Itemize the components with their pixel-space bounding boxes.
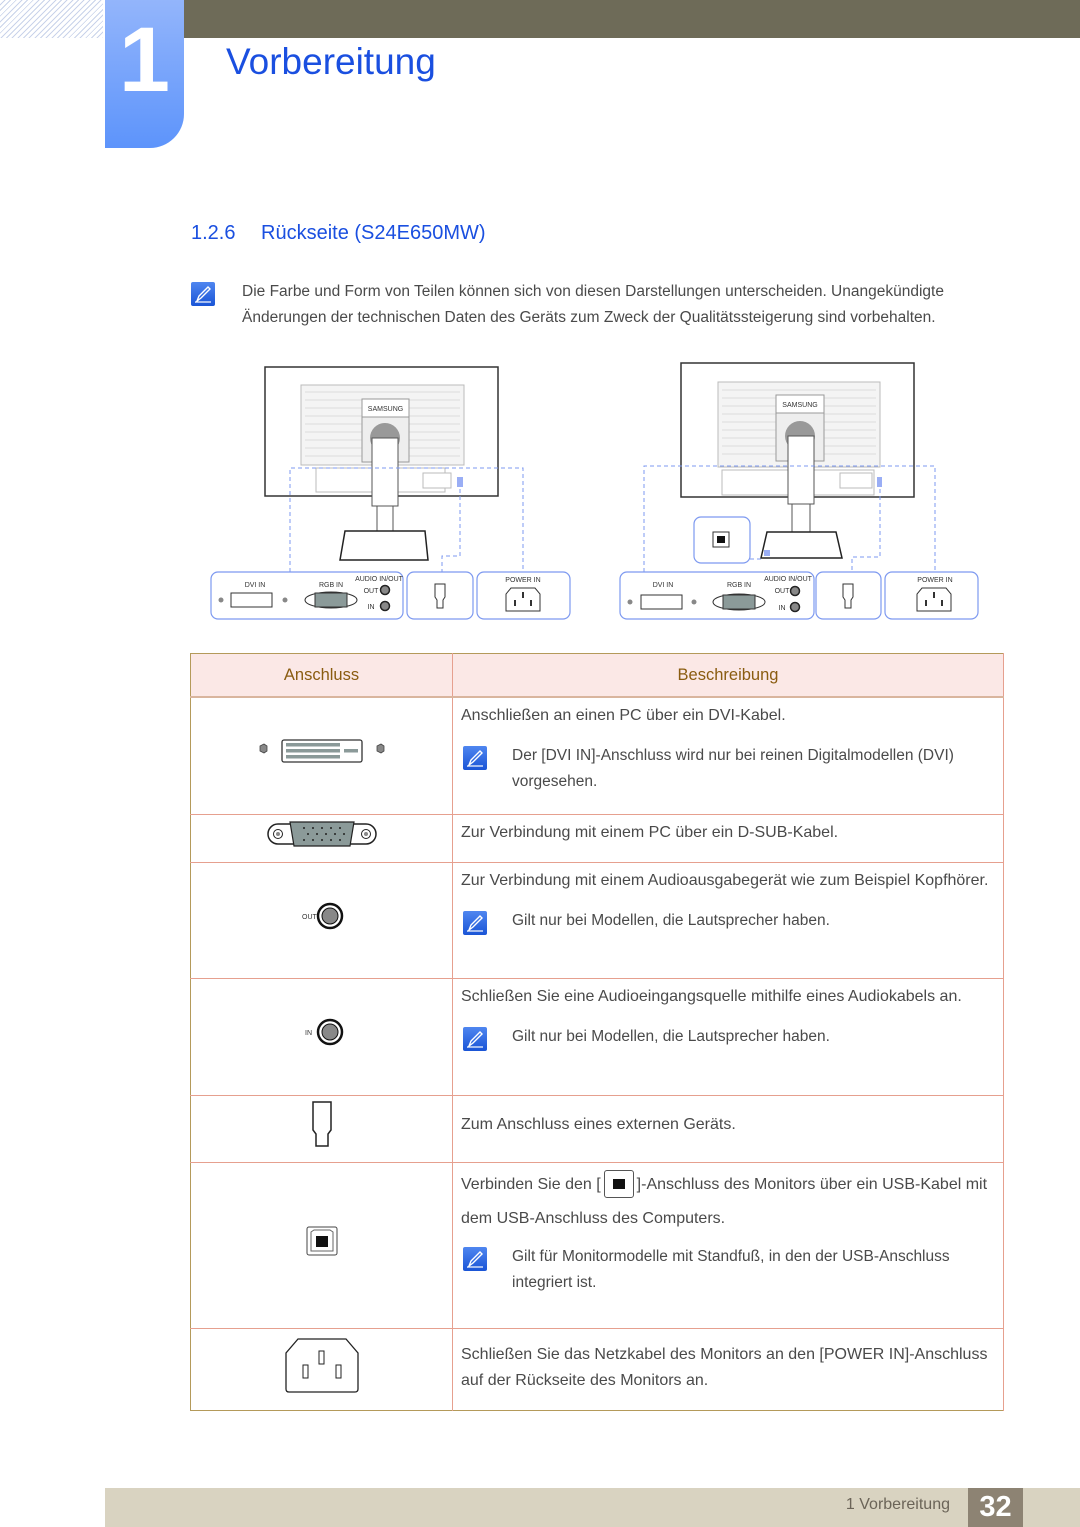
connector-cell — [190, 1161, 453, 1328]
table-row: Zum Anschluss eines externen Geräts. — [190, 1094, 1004, 1162]
table-row: Schließen Sie das Netzkabel des Monitors… — [190, 1327, 1004, 1410]
table-header-row: Anschluss Beschreibung — [190, 653, 1004, 698]
table-row: Anschließen an einen PC über ein DVI-Kab… — [190, 696, 1004, 814]
description-cell: Verbinden Sie den []-Anschluss des Monit… — [452, 1161, 1004, 1328]
note-pencil-icon — [463, 1246, 487, 1271]
dvi-port-icon — [259, 739, 384, 763]
description-text: Zum Anschluss eines externen Geräts. — [461, 1116, 736, 1133]
description-text: Zur Verbindung mit einem PC über ein D-S… — [461, 823, 839, 841]
description-cell: Schließen Sie eine Audioeingangsquelle m… — [452, 977, 1004, 1095]
connector-cell: IN — [190, 977, 453, 1095]
power-in-port-icon — [284, 1337, 359, 1393]
description-text: Zur Verbindung mit einem Audioausgabeger… — [461, 871, 989, 889]
column-header-connector: Anschluss — [190, 653, 453, 698]
intro-note: Die Farbe und Form von Teilen können sic… — [191, 279, 1011, 331]
note-text: Der [DVI IN]-Anschluss wird nur bei rein… — [512, 747, 954, 790]
note-pencil-icon — [463, 746, 487, 770]
external-device-port-icon — [311, 1101, 332, 1147]
svg-text:AUDIO IN/OUT: AUDIO IN/OUT — [764, 576, 813, 583]
table-row: Zur Verbindung mit einem PC über ein D-S… — [190, 813, 1004, 862]
chapter-title: Vorbereitung — [226, 41, 436, 82]
svg-text:IN: IN — [368, 604, 375, 611]
rear-view-figure-without-usb: SAMSUNG DVI IN RGB IN AUDIO IN/OUT OUT I… — [205, 360, 585, 625]
footer-chapter-label: 1 Vorbereitung — [845, 1496, 950, 1513]
intro-note-text: Die Farbe und Form von Teilen können sic… — [242, 283, 944, 326]
rear-view-figure-with-usb: SAMSUNG DVI IN RGB IN AUDIO IN/OUT OUT I… — [614, 360, 994, 625]
port-panel-external — [815, 571, 882, 620]
connector-cell — [190, 813, 453, 862]
svg-text:SAMSUNG: SAMSUNG — [368, 406, 403, 413]
chapter-number-tab: 1 — [105, 0, 184, 148]
description-text: Anschließen an einen PC über ein DVI-Kab… — [461, 707, 786, 724]
svg-text:POWER IN: POWER IN — [505, 577, 540, 584]
port-panel-external — [406, 571, 474, 620]
page-footer: 1 Vorbereitung 32 — [105, 1488, 1080, 1527]
port-panel-power: POWER IN — [884, 571, 979, 620]
description-text-before: Verbinden Sie den [ — [461, 1175, 601, 1193]
svg-text:POWER IN: POWER IN — [917, 577, 952, 584]
note-text: Gilt nur bei Modellen, die Lautsprecher … — [512, 911, 830, 929]
usb-b-port-icon — [603, 1170, 634, 1199]
description-text: Schließen Sie eine Audioeingangsquelle m… — [461, 987, 962, 1005]
description-cell: Schließen Sie das Netzkabel des Monitors… — [452, 1327, 1004, 1410]
description-text: Schließen Sie das Netzkabel des Monitors… — [461, 1345, 988, 1389]
table-row: OUT Zur Verbindung mit einem Audioausgab… — [190, 861, 1004, 978]
table-row: Verbinden Sie den []-Anschluss des Monit… — [190, 1161, 1004, 1328]
description-cell: Anschließen an einen PC über ein DVI-Kab… — [452, 696, 1004, 814]
svg-text:OUT: OUT — [775, 588, 791, 595]
svg-text:OUT: OUT — [302, 914, 318, 921]
description-text: Verbinden Sie den []-Anschluss des Monit… — [461, 1167, 995, 1236]
svg-text:RGB IN: RGB IN — [727, 582, 751, 589]
description-note: Gilt nur bei Modellen, die Lautsprecher … — [461, 908, 995, 935]
port-panel-usb — [693, 516, 751, 564]
svg-text:IN: IN — [779, 605, 786, 612]
section-title: Rückseite (S24E650MW) — [261, 222, 486, 244]
connector-cell — [190, 1327, 453, 1410]
section-heading: 1.2.6 Rückseite (S24E650MW) — [191, 220, 486, 246]
audio-out-jack-icon: OUT — [302, 902, 343, 929]
table-row: IN Schließen Sie eine Audioeingangsquell… — [190, 977, 1004, 1095]
description-note: Gilt nur bei Modellen, die Lautsprecher … — [461, 1024, 995, 1051]
description-note: Gilt für Monitormodelle mit Standfuß, in… — [461, 1244, 995, 1296]
chapter-number: 1 — [118, 9, 171, 111]
svg-text:AUDIO IN/OUT: AUDIO IN/OUT — [355, 576, 404, 583]
port-panel-main: DVI IN RGB IN AUDIO IN/OUT OUT IN — [210, 571, 404, 620]
note-text: Gilt nur bei Modellen, die Lautsprecher … — [512, 1027, 830, 1045]
usb-b-port-icon — [306, 1226, 337, 1255]
decorative-hatch — [0, 0, 103, 38]
connector-cell: OUT — [190, 861, 453, 978]
svg-text:RGB IN: RGB IN — [319, 582, 343, 589]
description-cell: Zur Verbindung mit einem PC über ein D-S… — [452, 813, 1004, 862]
svg-text:DVI IN: DVI IN — [245, 582, 266, 589]
note-pencil-icon — [191, 282, 215, 306]
connector-cell — [190, 696, 453, 814]
svg-text:IN: IN — [305, 1030, 312, 1037]
page-number: 32 — [968, 1488, 1023, 1527]
audio-in-jack-icon: IN — [305, 1018, 343, 1046]
column-header-description: Beschreibung — [452, 653, 1004, 698]
section-number: 1.2.6 — [191, 222, 236, 244]
port-panel-main: DVI IN RGB IN AUDIO IN/OUT OUT IN — [619, 571, 815, 620]
connector-cell — [190, 1094, 453, 1162]
svg-text:OUT: OUT — [364, 588, 380, 595]
connector-table: Anschluss Beschreibung Anschließen an ei… — [190, 653, 1004, 1411]
vga-port-icon — [266, 820, 377, 847]
note-pencil-icon — [463, 1026, 487, 1051]
port-panel-power: POWER IN — [476, 571, 571, 620]
description-cell: Zum Anschluss eines externen Geräts. — [452, 1094, 1004, 1162]
svg-text:SAMSUNG: SAMSUNG — [782, 402, 817, 409]
svg-text:DVI IN: DVI IN — [653, 582, 674, 589]
chapter-header-bar — [184, 0, 1080, 38]
note-text: Gilt für Monitormodelle mit Standfuß, in… — [512, 1247, 950, 1291]
description-note: Der [DVI IN]-Anschluss wird nur bei rein… — [461, 743, 995, 795]
description-cell: Zur Verbindung mit einem Audioausgabeger… — [452, 861, 1004, 978]
note-pencil-icon — [463, 910, 487, 935]
